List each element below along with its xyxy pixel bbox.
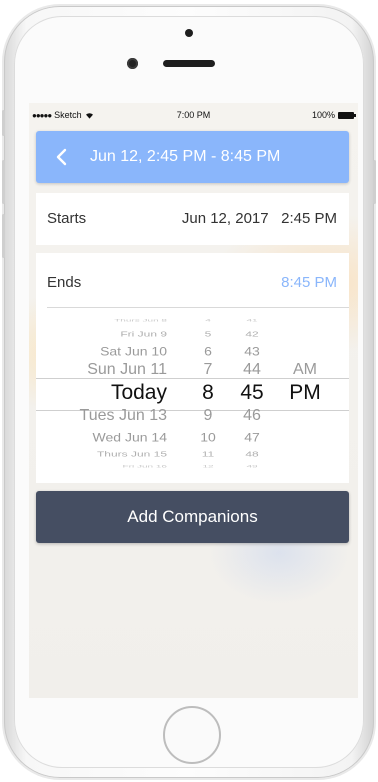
picker-minute-item[interactable]: 42 (222, 330, 282, 338)
nav-title: Jun 12, 2:45 PM - 8:45 PM (90, 148, 281, 165)
picker-day-item[interactable]: Thurs Jun 8 (114, 319, 167, 323)
ends-row: Ends 8:45 PM Thurs Jun 8 Fri Jun 9 Sat Jun… (36, 253, 349, 483)
picker-day-item[interactable]: Thurs Jun 15 (97, 450, 167, 458)
chevron-left-icon[interactable] (52, 147, 72, 167)
home-button[interactable] (163, 706, 221, 764)
status-time: 7:00 PM (176, 110, 211, 120)
starts-time: 2:45 PM (281, 210, 337, 227)
picker-day-item[interactable]: Sat Jun 10 (100, 344, 167, 358)
starts-row[interactable]: Starts Jun 12, 2017 2:45 PM (36, 193, 349, 245)
earpiece-speaker (163, 60, 215, 67)
front-camera (127, 58, 138, 69)
status-bar: ●●●●● Sketch 7:00 PM 100% (29, 103, 358, 125)
picker-day-item[interactable]: Fri Jun 16 (123, 465, 167, 469)
picker-ampm-item[interactable]: PM (275, 381, 335, 405)
picker-ampm-item[interactable]: AM (275, 361, 335, 379)
picker-minute-item[interactable]: 41 (222, 319, 282, 323)
picker-minute-item[interactable]: 48 (222, 450, 282, 458)
volume-down-button (2, 214, 5, 258)
starts-value: Jun 12, 2017 2:45 PM (182, 210, 337, 227)
mute-switch (2, 110, 5, 136)
starts-label: Starts (47, 210, 87, 227)
status-right: 100% (311, 110, 356, 120)
picker-day-item[interactable]: Fri Jun 9 (120, 330, 167, 338)
starts-date: Jun 12, 2017 (181, 210, 269, 227)
battery-percent: 100% (311, 110, 335, 120)
picker-minute-item[interactable]: 47 (222, 430, 282, 444)
power-button (373, 160, 376, 204)
picker-minute-item[interactable]: 43 (222, 344, 282, 358)
nav-bar: Jun 12, 2:45 PM - 8:45 PM (36, 131, 349, 183)
picker-minute-item[interactable]: 45 (222, 381, 282, 405)
ends-time[interactable]: 8:45 PM (281, 274, 337, 291)
add-companions-button[interactable]: Add Companions (36, 491, 349, 543)
picker-day-item[interactable]: Wed Jun 14 (93, 430, 167, 444)
picker-minute-item[interactable]: 49 (222, 465, 282, 469)
ends-label: Ends (47, 274, 82, 291)
picker-minute-item[interactable]: 44 (222, 361, 282, 379)
picker-day-item[interactable]: Tues Jun 13 (80, 407, 167, 425)
picker-minute-item[interactable]: 46 (222, 407, 282, 425)
battery-icon (338, 111, 356, 119)
volume-up-button (2, 160, 5, 204)
picker-day-item[interactable]: Today (111, 381, 167, 405)
date-time-picker[interactable]: Thurs Jun 8 Fri Jun 9 Sat Jun 10 Sun Jun 11… (36, 308, 349, 483)
screen: ●●●●● Sketch 7:00 PM 100% Jun 12, 2:45 P… (29, 103, 358, 698)
picker-day-item[interactable]: Sun Jun 11 (87, 361, 167, 379)
top-camera (185, 29, 193, 37)
